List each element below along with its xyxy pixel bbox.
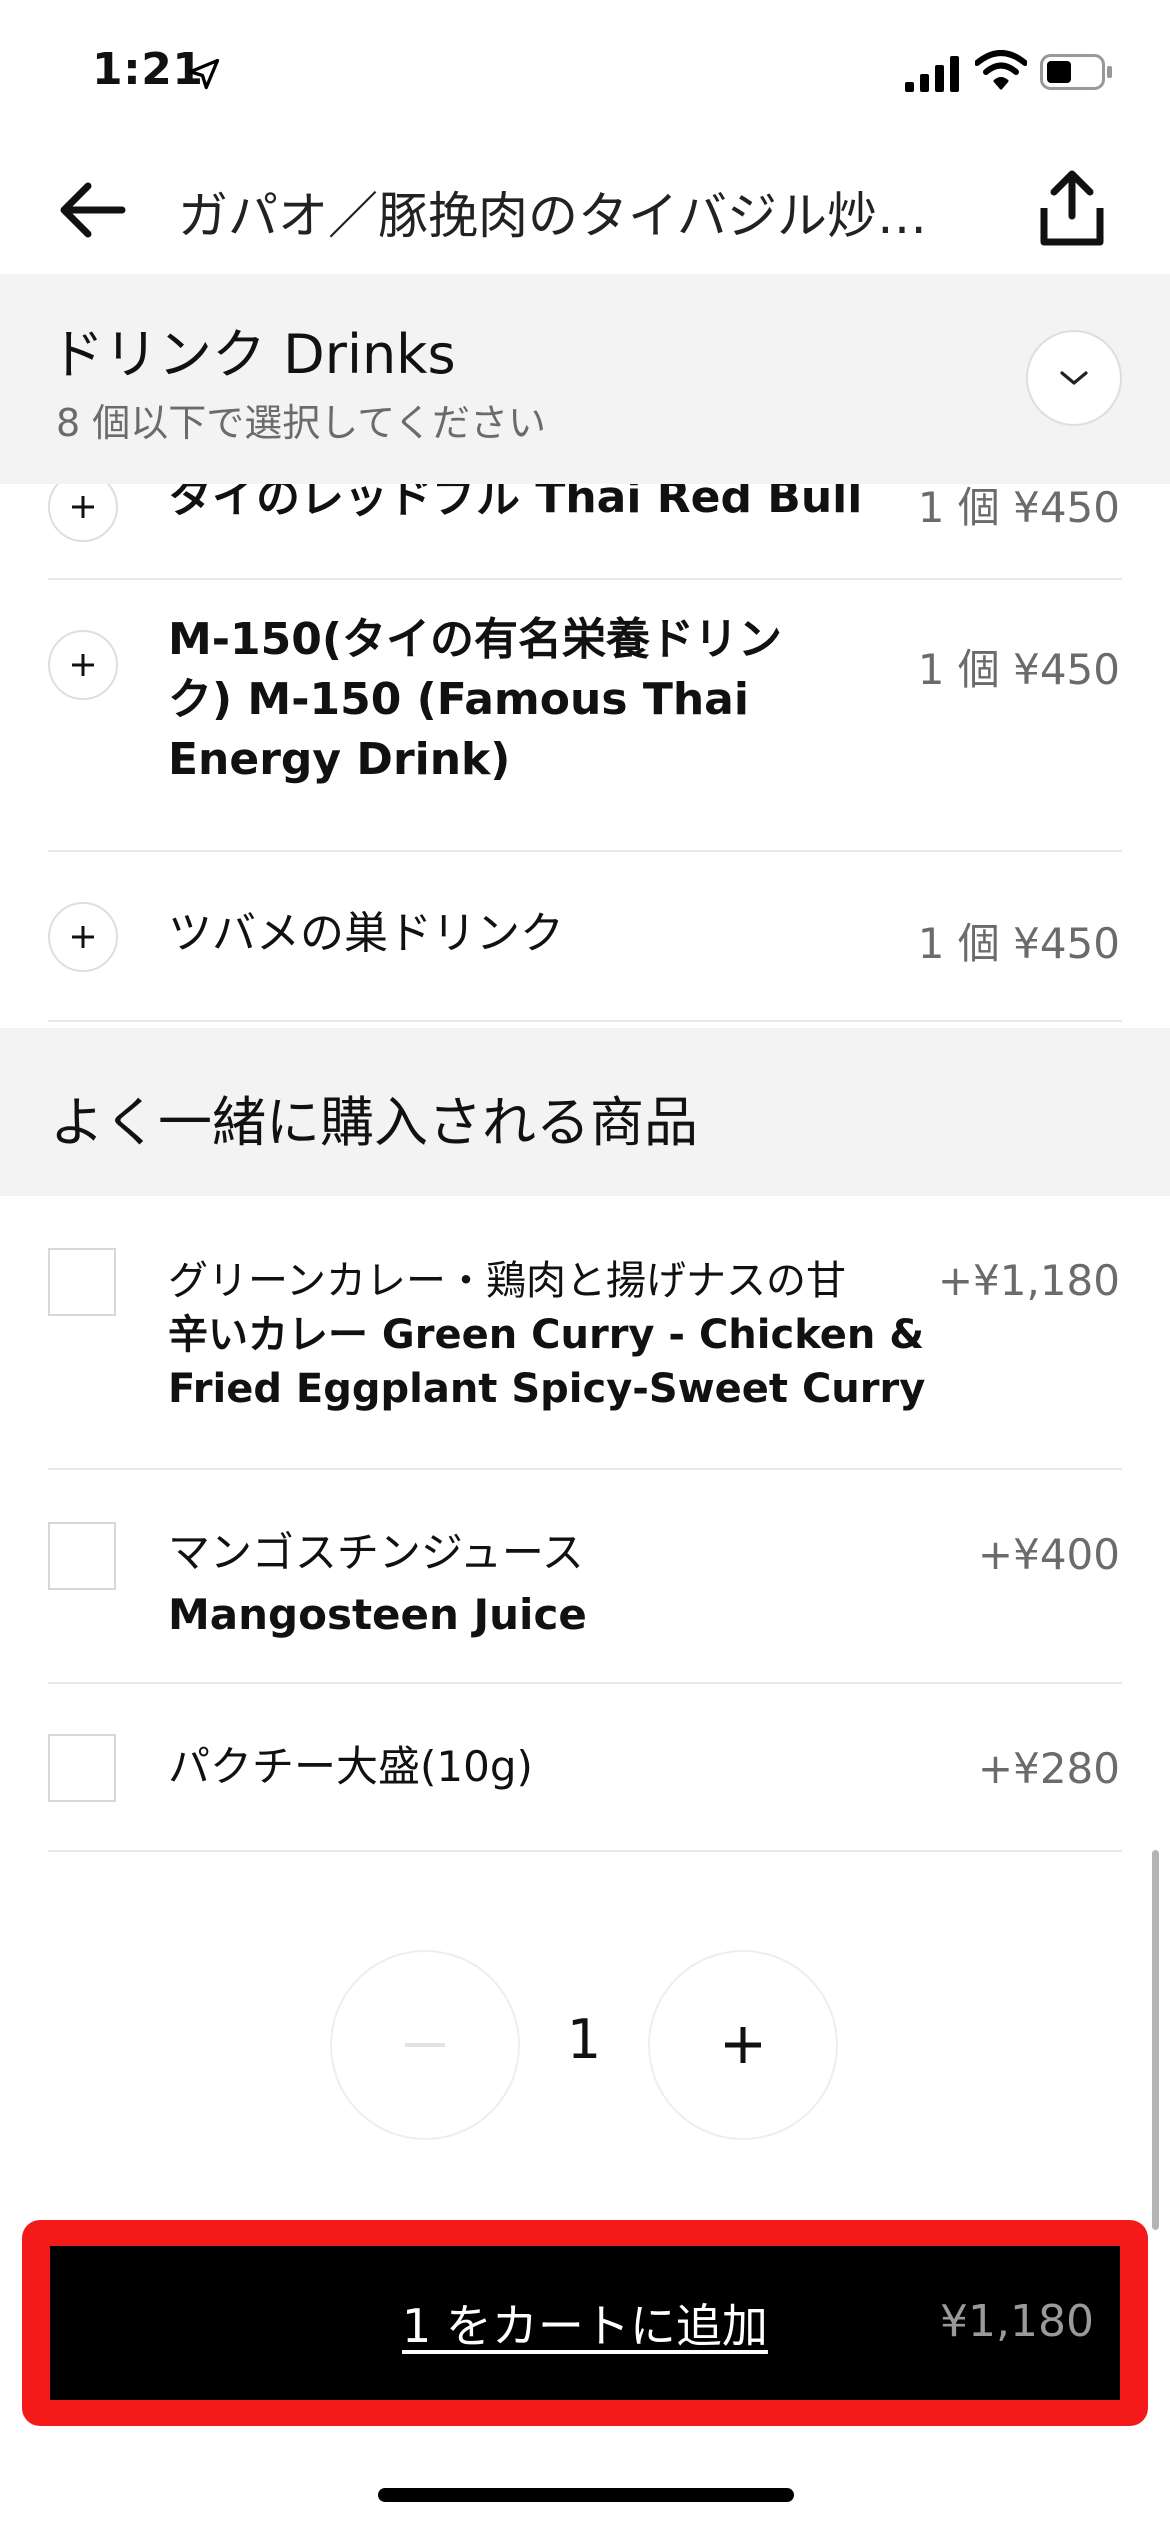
option-name-line: 辛いカレー Green Curry - Chicken & (168, 1312, 925, 1358)
battery-icon (1040, 54, 1112, 90)
item-name-line: ク) M-150 (Famous Thai (168, 674, 749, 725)
item-name-line: M-150(タイの有名栄養ドリン (168, 614, 783, 665)
page-title: ガパオ／豚挽肉のタイバジル炒… (178, 187, 927, 245)
plus-icon (72, 496, 94, 518)
collapse-button[interactable] (1026, 330, 1122, 426)
item-name: ツバメの巣ドリンク (168, 908, 564, 959)
item-price: 1 個 ¥450 (917, 645, 1120, 694)
list-item: タイのレッドブル Thai Red Bull 1 個 ¥450 (48, 484, 1122, 580)
option-price: +¥1,180 (937, 1256, 1120, 1305)
plus-icon (72, 654, 94, 676)
drinks-section-header: ドリンク Drinks 8 個以下で選択してください (0, 274, 1170, 484)
drinks-section-subtitle: 8 個以下で選択してください (56, 401, 546, 445)
option-price: +¥280 (977, 1744, 1120, 1793)
option-name-line: グリーンカレー・鶏肉と揚げナスの甘 (168, 1258, 846, 1304)
nav-header: ガパオ／豚挽肉のタイバジル炒… (0, 140, 1170, 274)
list-item: ツバメの巣ドリンク 1 個 ¥450 (48, 852, 1122, 1022)
scrollbar[interactable] (1152, 1850, 1159, 2230)
item-name-line: Energy Drink) (168, 734, 511, 785)
back-arrow-icon[interactable] (52, 170, 132, 250)
list-item: グリーンカレー・鶏肉と揚げナスの甘 辛いカレー Green Curry - Ch… (48, 1196, 1122, 1470)
frequently-bought-header: よく一緒に購入される商品 (0, 1028, 1170, 1196)
list-item: M-150(タイの有名栄養ドリン ク) M-150 (Famous Thai E… (48, 580, 1122, 852)
add-item-button[interactable] (48, 484, 118, 542)
option-checbox[interactable] (48, 1522, 116, 1590)
list-item: マンゴスチンジュース Mangosteen Juice +¥400 (48, 1470, 1122, 1684)
cart-total-price: ¥1,180 (940, 2296, 1094, 2347)
item-name: M-150(タイの有名栄養ドリン ク) M-150 (Famous Thai E… (168, 610, 868, 790)
option-price: +¥400 (977, 1530, 1120, 1579)
option-name-line: Mangosteen Juice (168, 1590, 587, 1639)
add-item-button[interactable] (48, 902, 118, 972)
option-name: グリーンカレー・鶏肉と揚げナスの甘 辛いカレー Green Curry - Ch… (168, 1254, 928, 1416)
list-item: パクチー大盛(10g) +¥280 (48, 1684, 1122, 1852)
home-indicator[interactable] (378, 2488, 794, 2502)
add-item-button[interactable] (48, 630, 118, 700)
frequently-bought-title: よく一緒に購入される商品 (50, 1091, 698, 1154)
item-price: 1 個 ¥450 (917, 919, 1120, 968)
item-name: タイのレッドブル Thai Red Bull (168, 484, 863, 523)
decrease-quantity-button[interactable] (330, 1950, 520, 2140)
option-checkbox[interactable] (48, 1248, 116, 1316)
option-name: パクチー大盛(10g) (168, 1742, 533, 1791)
plus-icon (72, 926, 94, 948)
share-icon[interactable] (1032, 166, 1112, 250)
option-checkbox[interactable] (48, 1734, 116, 1802)
quantity-value: 1 (566, 2008, 602, 2071)
option-name-line: Fried Eggplant Spicy-Sweet Curry (168, 1366, 926, 1412)
chevron-down-icon (1060, 371, 1088, 385)
wifi-icon (975, 50, 1027, 90)
option-name-line: マンゴスチンジュース (168, 1528, 584, 1577)
drinks-section-title: ドリンク Drinks (50, 323, 456, 386)
item-price: 1 個 ¥450 (917, 484, 1120, 532)
cellular-signal-icon (905, 56, 959, 92)
plus-icon (725, 2027, 761, 2063)
add-to-cart-button[interactable]: 1 をカートに追加 ¥1,180 (50, 2246, 1120, 2400)
minus-icon (405, 2043, 445, 2047)
status-bar: 1:21 (0, 0, 1170, 140)
option-name: マンゴスチンジュース Mangosteen Juice (168, 1522, 928, 1646)
increase-quantity-button[interactable] (648, 1950, 838, 2140)
location-arrow-icon (188, 58, 220, 90)
